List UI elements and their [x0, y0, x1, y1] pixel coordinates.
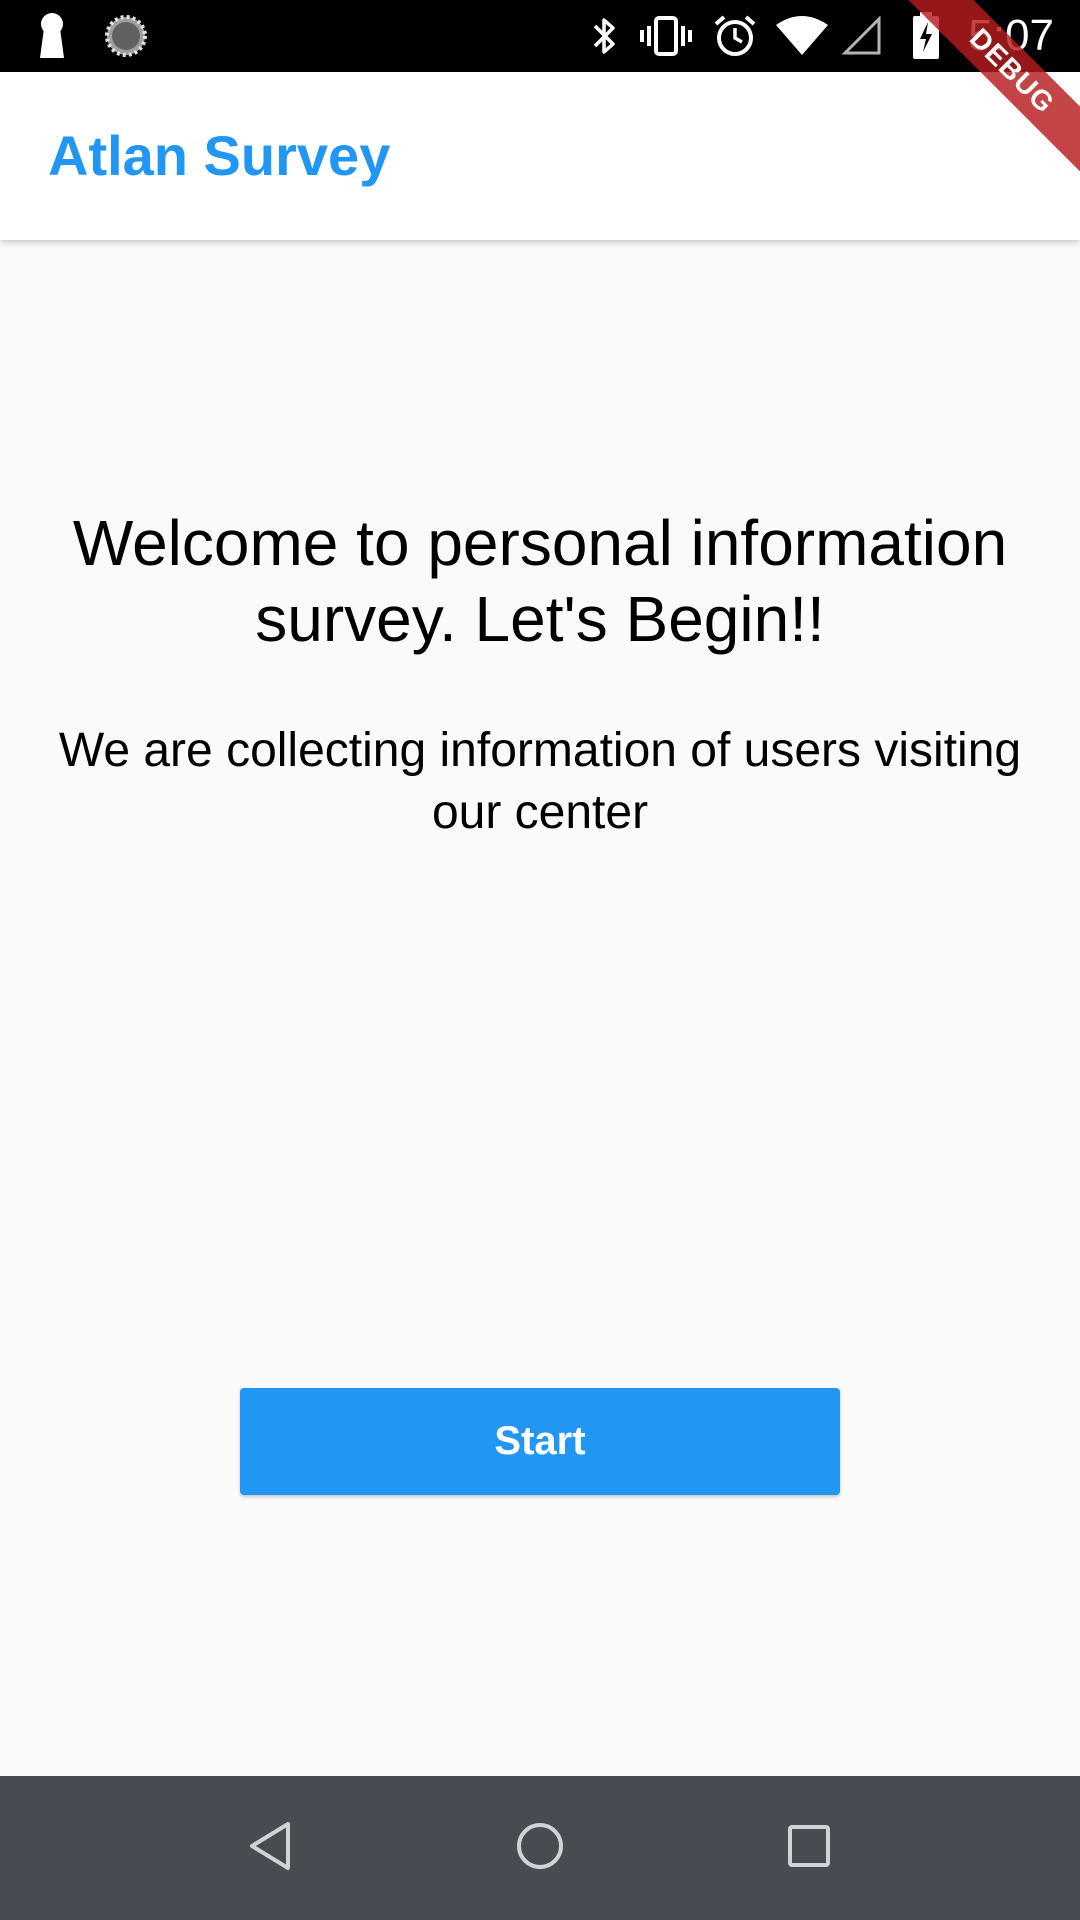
keyhole-icon [32, 0, 72, 72]
app-title: Atlan Survey [48, 124, 391, 187]
cellular-signal-icon [840, 0, 884, 72]
welcome-subheading: We are collecting information of users v… [58, 724, 1022, 839]
back-icon [246, 1820, 294, 1877]
status-time: 5:07 [968, 11, 1054, 60]
recents-icon [786, 1823, 832, 1874]
home-icon [514, 1820, 566, 1877]
back-button[interactable] [190, 1776, 350, 1920]
vibrate-icon [638, 0, 694, 72]
start-button[interactable]: Start [240, 1388, 840, 1495]
main-content: Welcome to personal information survey. … [0, 240, 1080, 1776]
app-bar: Atlan Survey [0, 72, 1080, 240]
alarm-icon [710, 0, 760, 72]
battery-charging-icon [908, 0, 944, 72]
welcome-heading: Welcome to personal information survey. … [72, 507, 1008, 655]
wifi-icon [774, 0, 830, 72]
bluetooth-icon [584, 0, 624, 72]
screen: 5:07 Atlan Survey DEBUG Welcome to perso… [0, 0, 1080, 1920]
navigation-bar [0, 1776, 1080, 1920]
home-button[interactable] [460, 1776, 620, 1920]
status-bar: 5:07 [0, 0, 1080, 72]
recents-button[interactable] [729, 1776, 889, 1920]
loading-spinner-icon [100, 0, 152, 72]
